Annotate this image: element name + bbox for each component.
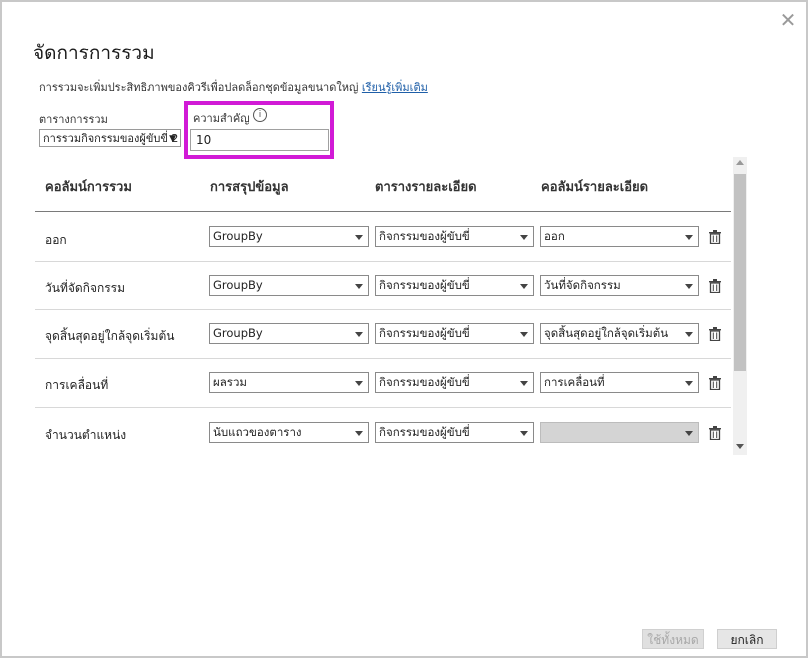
detail-column-select[interactable]: ออก [540,226,699,247]
row-label: ออก [45,233,67,247]
detail-column-value: จุดสิ้นสุดอยู่ใกล้จุดเริ่มต้น [544,326,669,340]
chevron-down-icon [685,284,693,289]
detail-column-select[interactable]: การเคลื่อนที่ [540,372,699,393]
detail-table-select[interactable]: กิจกรรมของผู้ขับขี่ [375,275,534,296]
summarization-value: ผลรวม [213,375,248,389]
chevron-down-icon [355,284,363,289]
trash-icon[interactable] [709,230,721,244]
row-label: จุดสิ้นสุดอยู่ใกล้จุดเริ่มต้น [45,329,175,343]
row-label: จำนวนตำแหน่ง [45,428,127,442]
chevron-down-icon [520,431,528,436]
row-divider [35,261,731,262]
aggregation-table-select[interactable]: การรวมกิจกรรมของผู้ขับขี่ 2 ▼ [39,129,181,147]
chevron-down-icon [520,332,528,337]
description-text: การรวมจะเพิ่มประสิทธิภาพของคิวรีเพื่อปลด… [39,81,359,94]
summarization-value: GroupBy [213,229,263,243]
chevron-down-icon [520,235,528,240]
chevron-down-icon [685,431,693,436]
close-icon[interactable]: ✕ [778,10,798,30]
detail-table-select[interactable]: กิจกรรมของผู้ขับขี่ [375,323,534,344]
detail-table-value: กิจกรรมของผู้ขับขี่ [379,278,470,292]
summarization-value: GroupBy [213,326,263,340]
trash-icon[interactable] [709,327,721,341]
detail-table-select[interactable]: กิจกรรมของผู้ขับขี่ [375,422,534,443]
header-summarization: การสรุปข้อมูล [210,180,289,195]
detail-column-value: ออก [544,229,565,243]
row-divider [35,358,731,359]
dialog-title: จัดการการรวม [33,42,155,64]
chevron-down-icon [355,431,363,436]
manage-aggregations-dialog: ✕ จัดการการรวม การรวมจะเพิ่มประสิทธิภาพข… [0,0,808,658]
apply-all-button[interactable]: ใช้ทั้งหมด [642,629,704,649]
detail-table-value: กิจกรรมของผู้ขับขี่ [379,326,470,340]
detail-table-value: กิจกรรมของผู้ขับขี่ [379,229,470,243]
header-detail-column: คอลัมน์รายละเอียด [541,180,649,195]
aggregation-table-value: การรวมกิจกรรมของผู้ขับขี่ 2 [43,132,179,145]
summarization-select[interactable]: ผลรวม [209,372,369,393]
dialog-description: การรวมจะเพิ่มประสิทธิภาพของคิวรีเพื่อปลด… [39,78,428,96]
chevron-down-icon [685,332,693,337]
detail-column-value: การเคลื่อนที่ [544,375,605,389]
detail-table-select[interactable]: กิจกรรมของผู้ขับขี่ [375,226,534,247]
summarization-select[interactable]: นับแถวของตาราง [209,422,369,443]
detail-table-value: กิจกรรมของผู้ขับขี่ [379,375,470,389]
aggregation-table-label: ตารางการรวม [39,113,108,126]
trash-icon[interactable] [709,426,721,440]
detail-column-select[interactable] [540,422,699,443]
row-label: การเคลื่อนที่ [45,378,109,392]
chevron-down-icon [355,235,363,240]
chevron-down-icon [685,381,693,386]
header-aggregation-column: คอลัมน์การรวม [45,180,132,195]
summarization-select[interactable]: GroupBy [209,275,369,296]
scroll-up-icon[interactable] [736,160,744,165]
chevron-down-icon [685,235,693,240]
header-divider [35,211,731,212]
chevron-down-icon [355,381,363,386]
summarization-select[interactable]: GroupBy [209,226,369,247]
row-divider [35,407,731,408]
trash-icon[interactable] [709,279,721,293]
precedence-label: ความสำคัญ [193,112,250,125]
chevron-down-icon [355,332,363,337]
cancel-button[interactable]: ยกเลิก [717,629,777,649]
detail-table-select[interactable]: กิจกรรมของผู้ขับขี่ [375,372,534,393]
detail-column-select[interactable]: จุดสิ้นสุดอยู่ใกล้จุดเริ่มต้น [540,323,699,344]
detail-column-select[interactable]: วันที่จัดกิจกรรม [540,275,699,296]
dropdown-arrow-icon: ▼ [169,134,176,144]
precedence-input[interactable]: 10 [190,129,329,151]
row-label: วันที่จัดกิจกรรม [45,281,126,295]
learn-more-link[interactable]: เรียนรู้เพิ่มเติม [362,81,428,94]
summarization-value: นับแถวของตาราง [213,425,302,439]
trash-icon[interactable] [709,376,721,390]
detail-column-value: วันที่จัดกิจกรรม [544,278,621,292]
header-detail-table: ตารางรายละเอียด [375,180,477,195]
info-icon[interactable]: i [253,108,267,122]
chevron-down-icon [520,381,528,386]
row-divider [35,309,731,310]
scroll-down-icon[interactable] [736,444,744,449]
detail-table-value: กิจกรรมของผู้ขับขี่ [379,425,470,439]
summarization-value: GroupBy [213,278,263,292]
scrollbar-thumb[interactable] [734,174,746,371]
chevron-down-icon [520,284,528,289]
summarization-select[interactable]: GroupBy [209,323,369,344]
